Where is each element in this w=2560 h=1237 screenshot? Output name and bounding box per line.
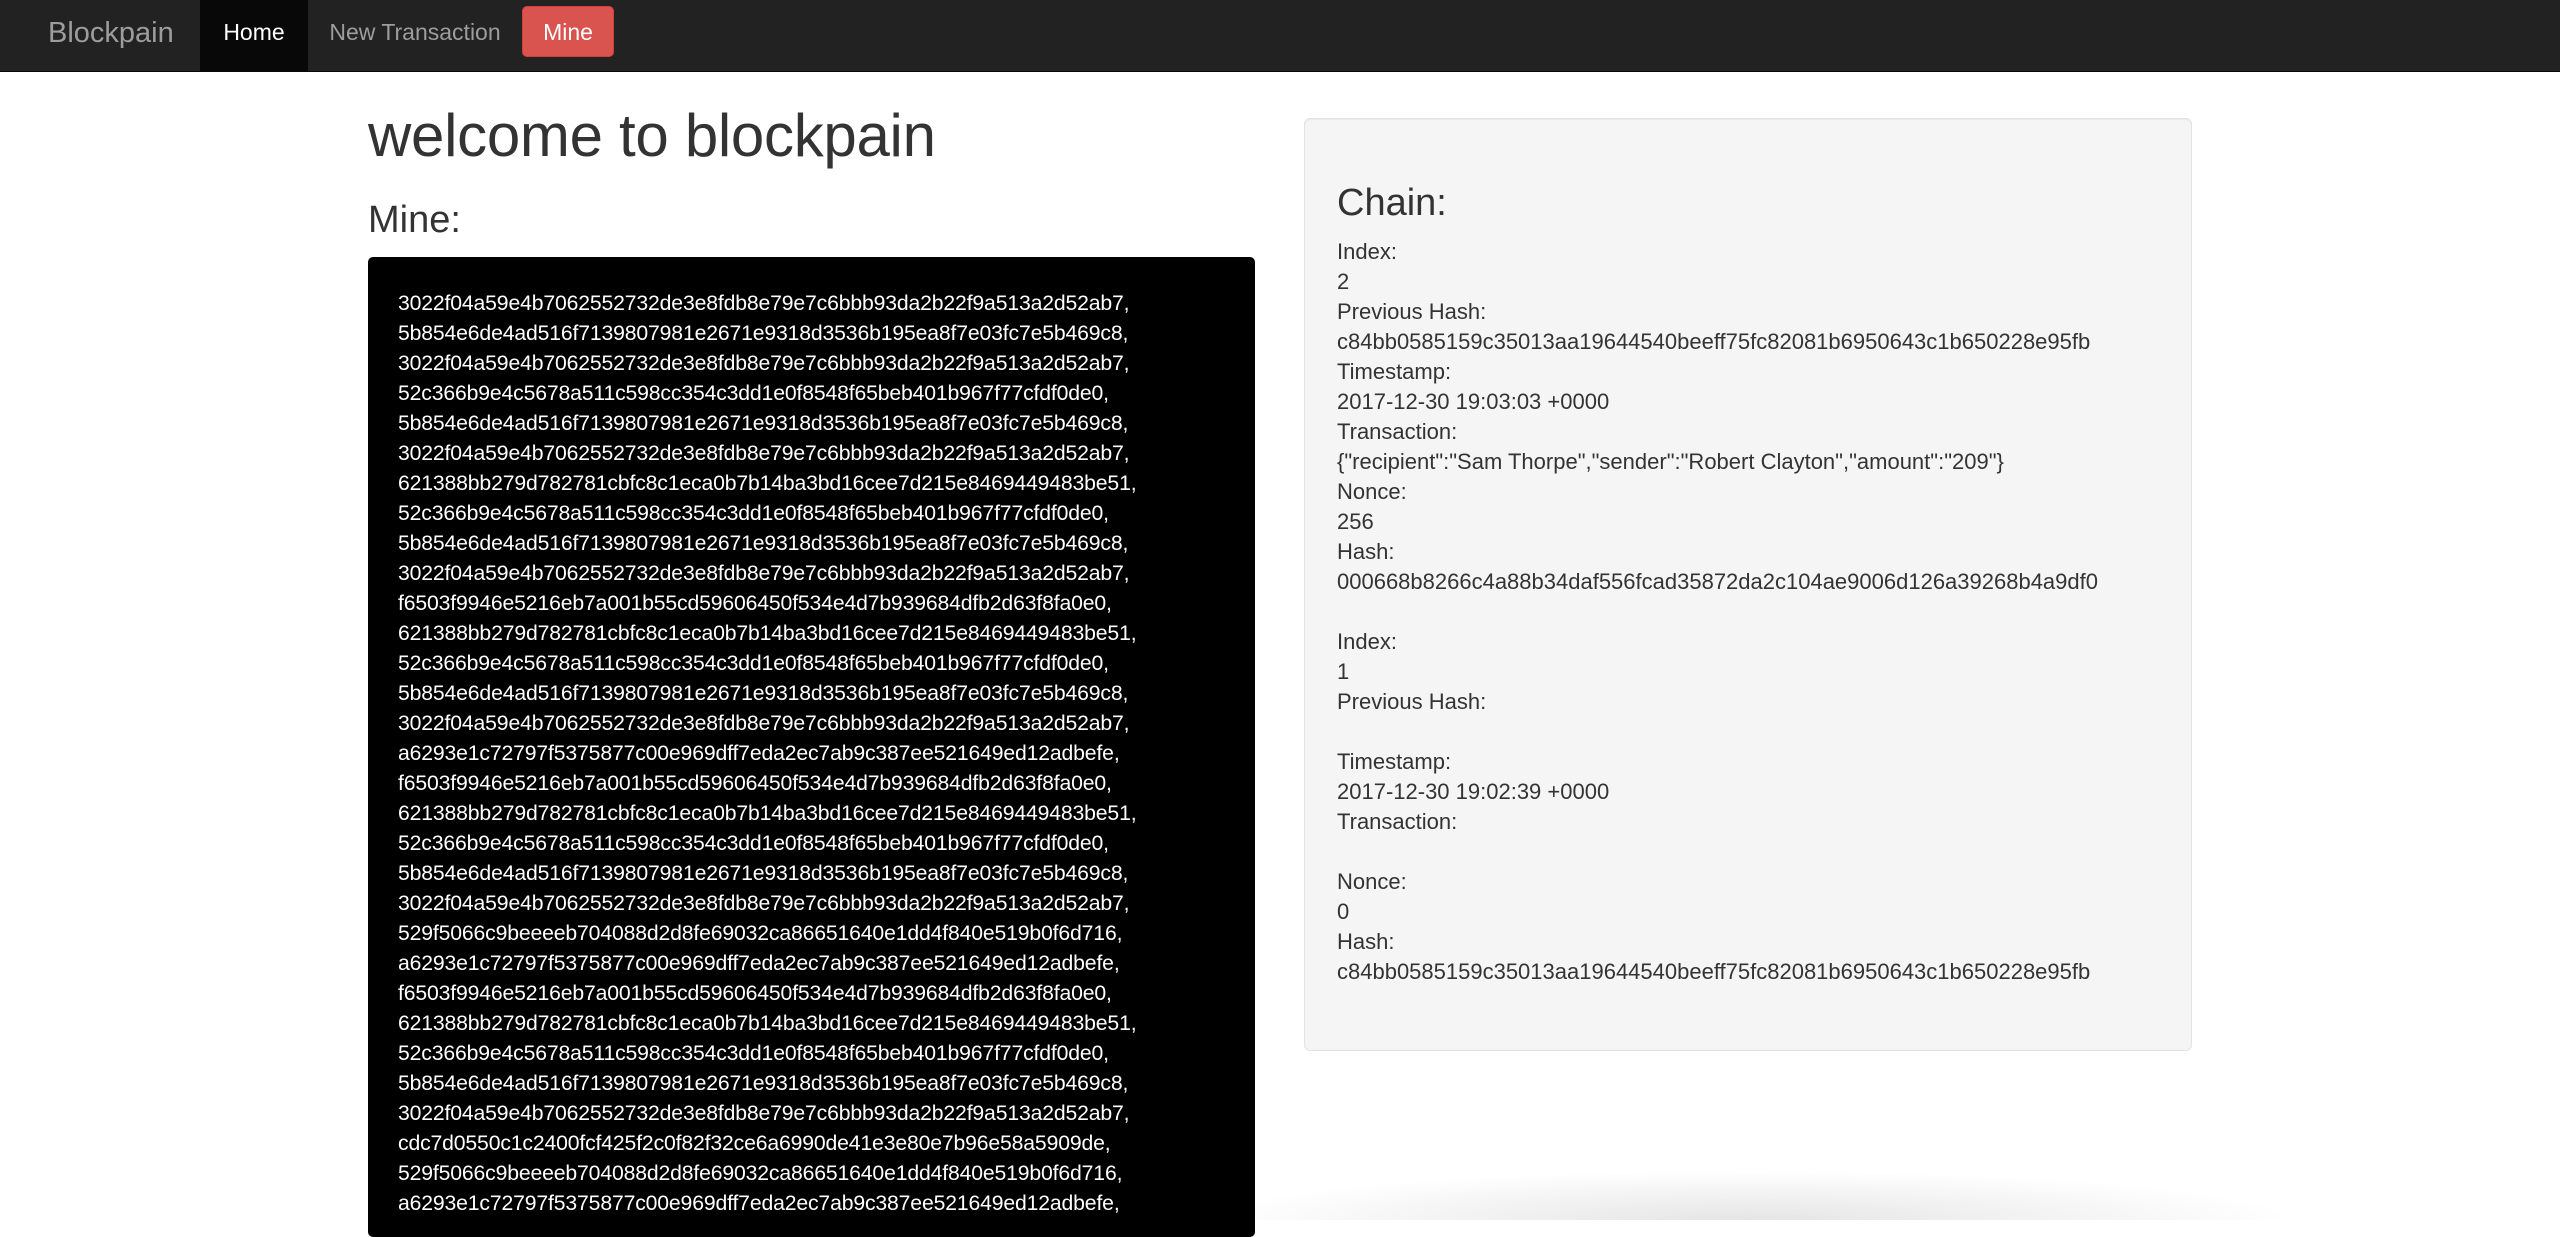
mine-output: 3022f04a59e4b7062552732de3e8fdb8e79e7c6b…	[368, 257, 1255, 1237]
mined-hash-line: 621388bb279d782781cbfc8c1eca0b7b14ba3bd1…	[398, 622, 1137, 645]
hash-label: Hash:	[1337, 539, 1395, 564]
hash-value: 000668b8266c4a88b34daf556fcad35872da2c10…	[1337, 569, 2098, 594]
timestamp-value: 2017-12-30 19:03:03 +0000	[1337, 389, 1610, 414]
nonce-value: 256	[1337, 509, 1374, 534]
nonce-label: Nonce:	[1337, 479, 1407, 504]
mined-hash-line: 5b854e6de4ad516f7139807981e2671e9318d353…	[398, 682, 1129, 705]
nav-new-transaction[interactable]: New Transaction	[308, 0, 522, 72]
transaction-label: Transaction:	[1337, 419, 1458, 444]
chain-panel: Chain: Index: 2 Previous Hash: c84bb0585…	[1304, 118, 2192, 1051]
index-label: Index:	[1337, 629, 1397, 654]
nonce-label: Nonce:	[1337, 869, 1407, 894]
nonce-value: 0	[1337, 899, 1350, 924]
mined-hash-line: 3022f04a59e4b7062552732de3e8fdb8e79e7c6b…	[398, 1102, 1130, 1125]
mined-hash-line: 52c366b9e4c5678a511c598cc354c3dd1e0f8548…	[398, 832, 1109, 855]
mined-hash-line: a6293e1c72797f5375877c00e969dff7eda2ec7a…	[398, 952, 1120, 975]
previous-hash-value	[1337, 717, 2159, 747]
index-value: 2	[1337, 269, 1350, 294]
transaction-value	[1337, 837, 2159, 867]
previous-hash-label: Previous Hash:	[1337, 689, 1487, 714]
mined-hash-line: 52c366b9e4c5678a511c598cc354c3dd1e0f8548…	[398, 1042, 1109, 1065]
mined-hash-line: 5b854e6de4ad516f7139807981e2671e9318d353…	[398, 322, 1129, 345]
mined-hash-line: 3022f04a59e4b7062552732de3e8fdb8e79e7c6b…	[398, 442, 1130, 465]
mined-hash-line: 621388bb279d782781cbfc8c1eca0b7b14ba3bd1…	[398, 1012, 1137, 1035]
mined-hash-line: 5b854e6de4ad516f7139807981e2671e9318d353…	[398, 862, 1129, 885]
mined-hash-line: 529f5066c9beeeeb704088d2d8fe69032ca86651…	[398, 1162, 1123, 1185]
index-value: 1	[1337, 659, 1350, 684]
chain-block: Index: 2 Previous Hash: c84bb0585159c350…	[1337, 237, 2159, 597]
timestamp-label: Timestamp:	[1337, 749, 1452, 774]
transaction-value: {"recipient":"Sam Thorpe","sender":"Robe…	[1337, 449, 2004, 474]
mined-hash-line: 529f5066c9beeeeb704088d2d8fe69032ca86651…	[398, 922, 1123, 945]
mined-hash-line: f6503f9946e5216eb7a001b55cd59606450f534e…	[398, 772, 1112, 795]
mined-hash-line: cdc7d0550c1c2400fcf425f2c0f82f32ce6a6990…	[398, 1132, 1111, 1155]
mined-hash-line: f6503f9946e5216eb7a001b55cd59606450f534e…	[398, 592, 1112, 615]
mined-hash-line: 5b854e6de4ad516f7139807981e2671e9318d353…	[398, 1072, 1129, 1095]
mined-hash-line: 5b854e6de4ad516f7139807981e2671e9318d353…	[398, 532, 1129, 555]
chain-block: Index: 1 Previous Hash: Timestamp: 2017-…	[1337, 627, 2159, 987]
mined-hash-line: 621388bb279d782781cbfc8c1eca0b7b14ba3bd1…	[398, 472, 1137, 495]
previous-hash-label: Previous Hash:	[1337, 299, 1487, 324]
hash-value: c84bb0585159c35013aa19644540beeff75fc820…	[1337, 959, 2091, 984]
page-title: welcome to blockpain	[368, 102, 936, 169]
mined-hash-line: a6293e1c72797f5375877c00e969dff7eda2ec7a…	[398, 1192, 1120, 1215]
mined-hash-line: 5b854e6de4ad516f7139807981e2671e9318d353…	[398, 412, 1129, 435]
mined-hash-line: 3022f04a59e4b7062552732de3e8fdb8e79e7c6b…	[398, 562, 1130, 585]
mined-hash-line: 621388bb279d782781cbfc8c1eca0b7b14ba3bd1…	[398, 802, 1137, 825]
mine-heading: Mine:	[368, 199, 461, 241]
mined-hash-line: 3022f04a59e4b7062552732de3e8fdb8e79e7c6b…	[398, 892, 1130, 915]
timestamp-label: Timestamp:	[1337, 359, 1452, 384]
previous-hash-value: c84bb0585159c35013aa19644540beeff75fc820…	[1337, 329, 2091, 354]
brand-link[interactable]: Blockpain	[48, 0, 174, 72]
mined-hash-line: 3022f04a59e4b7062552732de3e8fdb8e79e7c6b…	[398, 712, 1130, 735]
mined-hash-line: 52c366b9e4c5678a511c598cc354c3dd1e0f8548…	[398, 652, 1109, 675]
timestamp-value: 2017-12-30 19:02:39 +0000	[1337, 779, 1610, 804]
navbar: Blockpain Home New Transaction Mine	[0, 0, 2560, 72]
mined-hash-line: f6503f9946e5216eb7a001b55cd59606450f534e…	[398, 982, 1112, 1005]
index-label: Index:	[1337, 239, 1397, 264]
hash-label: Hash:	[1337, 929, 1395, 954]
transaction-label: Transaction:	[1337, 809, 1458, 834]
mined-hash-line: 52c366b9e4c5678a511c598cc354c3dd1e0f8548…	[398, 382, 1109, 405]
chain-title: Chain:	[1337, 182, 1447, 224]
mined-hash-line: a6293e1c72797f5375877c00e969dff7eda2ec7a…	[398, 742, 1120, 765]
mine-button[interactable]: Mine	[522, 6, 614, 57]
mined-hash-line: 3022f04a59e4b7062552732de3e8fdb8e79e7c6b…	[398, 292, 1130, 315]
bottom-shadow	[1200, 1170, 2300, 1220]
mined-hash-line: 52c366b9e4c5678a511c598cc354c3dd1e0f8548…	[398, 502, 1109, 525]
mined-hash-line: 3022f04a59e4b7062552732de3e8fdb8e79e7c6b…	[398, 352, 1130, 375]
nav-home[interactable]: Home	[200, 0, 308, 72]
